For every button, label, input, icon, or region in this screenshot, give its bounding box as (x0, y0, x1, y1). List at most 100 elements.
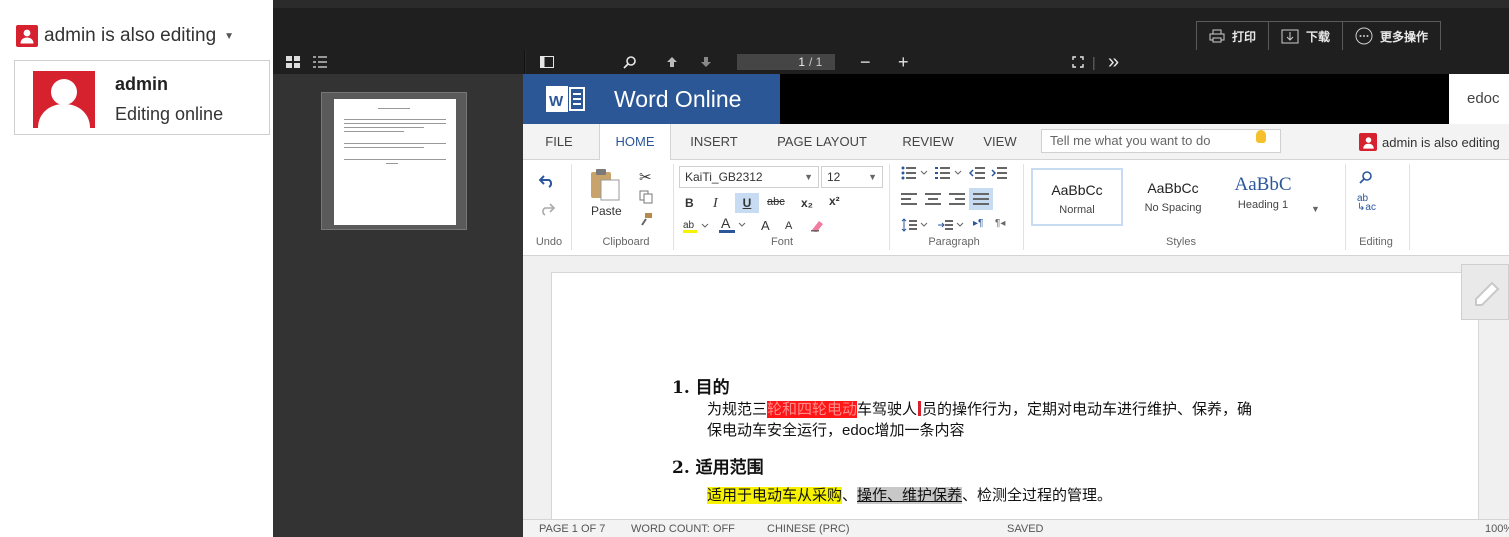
font-group-label: Font (770, 236, 793, 248)
fullscreen-icon[interactable] (1072, 50, 1084, 74)
status-bar: PAGE 1 OF 7 WORD COUNT: OFF CHINESE (PRC… (523, 519, 1509, 537)
line-spacing-icon[interactable] (901, 218, 929, 235)
style-no-spacing-sample: AaBbCc (1147, 180, 1199, 196)
text-run: 车驾驶人 (857, 401, 918, 418)
text-run: 为规范三 (707, 401, 768, 418)
user-icon (1359, 133, 1377, 151)
grow-font-button[interactable]: A (761, 218, 770, 233)
more-actions-button[interactable]: 更多操作 (1343, 22, 1440, 50)
text-run: 、 (842, 487, 858, 504)
thumbnail-pane (273, 74, 525, 537)
heading-purpose: 1. 目的 (672, 378, 730, 398)
font-size-value: 12 (827, 170, 841, 184)
download-button[interactable]: 下载 (1269, 22, 1343, 50)
paste-icon[interactable] (587, 166, 623, 205)
zoom-out-button[interactable]: − (860, 50, 871, 74)
list-view-icon[interactable] (313, 56, 327, 68)
zoom-in-button[interactable]: + (898, 50, 909, 74)
next-page-icon[interactable] (700, 50, 712, 74)
ltr-direction-icon[interactable]: ▸¶ (973, 218, 983, 229)
style-no-spacing-name: No Spacing (1144, 202, 1202, 214)
increase-indent-icon[interactable] (991, 166, 1007, 183)
style-heading-1-name: Heading 1 (1237, 199, 1289, 211)
justify-icon[interactable] (969, 188, 993, 210)
tab-page-layout[interactable]: PAGE LAYOUT (757, 124, 887, 160)
font-name-value: KaiTi_GB2312 (685, 170, 763, 184)
grid-view-icon[interactable] (286, 56, 300, 68)
numbering-icon[interactable] (935, 166, 963, 183)
chevron-down-icon: ▼ (868, 172, 877, 182)
italic-button[interactable]: I (713, 196, 718, 212)
previous-page-icon[interactable] (666, 50, 678, 74)
status-language[interactable]: CHINESE (PRC) (767, 523, 850, 535)
tab-home[interactable]: HOME (599, 124, 671, 161)
status-save-state: SAVED (1007, 523, 1044, 535)
style-heading-1[interactable]: AaBbC Heading 1 (1217, 168, 1309, 226)
style-normal-sample: AaBbCc (1051, 182, 1103, 198)
print-button[interactable]: 打印 (1197, 22, 1269, 50)
font-name-dropdown[interactable]: KaiTi_GB2312 ▼ (679, 166, 819, 188)
subscript-button[interactable]: x₂ (801, 196, 813, 210)
replace-icon[interactable]: ab ↳ac (1357, 194, 1376, 213)
redo-icon[interactable] (539, 202, 556, 219)
strikethrough-button[interactable]: abc (767, 196, 785, 208)
align-left-icon[interactable] (901, 192, 917, 209)
status-zoom[interactable]: 100% (1485, 523, 1509, 535)
tell-me-input[interactable]: Tell me what you want to do (1041, 129, 1281, 153)
viewer-action-group: 打印 下载 更多操作 (1195, 21, 1441, 51)
clear-formatting-icon[interactable] (809, 218, 825, 235)
paragraph-spacing-icon[interactable] (937, 218, 965, 235)
paragraph-group-label: Paragraph (928, 236, 980, 248)
highlight-color-icon[interactable]: ab (683, 218, 709, 237)
word-brand[interactable]: W Word Online (523, 74, 780, 124)
underline-button[interactable]: U (735, 193, 759, 213)
align-center-icon[interactable] (925, 192, 941, 209)
edit-pencil-icon[interactable] (1461, 264, 1509, 320)
format-painter-icon[interactable] (639, 212, 653, 229)
word-header: W Word Online edoc (523, 74, 1509, 124)
more-tools-button[interactable]: » (1108, 50, 1119, 74)
ribbon-presence-label: admin is also editing (1382, 134, 1500, 150)
bullets-icon[interactable] (901, 166, 929, 183)
download-label: 下载 (1305, 29, 1330, 44)
app-title: Word Online (614, 85, 742, 112)
styles-more-icon[interactable]: ▼ (1311, 204, 1320, 214)
rtl-direction-icon[interactable]: ¶◂ (995, 218, 1005, 229)
search-icon[interactable] (623, 50, 637, 74)
page-thumbnail[interactable] (321, 92, 467, 230)
style-no-spacing[interactable]: AaBbCc No Spacing (1127, 168, 1219, 226)
status-word-count[interactable]: WORD COUNT: OFF (631, 523, 735, 535)
tab-review[interactable]: REVIEW (889, 124, 967, 160)
status-page: PAGE 1 OF 7 (539, 523, 606, 535)
document-page[interactable]: 1. 目的 为规范三轮和四轮电动车驾驶人 员的操作行为，定期对电动车进行维护、保养… (551, 272, 1479, 532)
collaborator-cursor (918, 401, 922, 416)
presence-dropdown[interactable]: admin is also editing ▼ (16, 22, 234, 50)
svg-text:W: W (549, 93, 564, 110)
highlighted-text-red: 轮和四轮电动 (767, 401, 858, 418)
align-right-icon[interactable] (949, 192, 965, 209)
style-normal[interactable]: AaBbCc Normal (1031, 168, 1123, 226)
font-size-dropdown[interactable]: 12 ▼ (821, 166, 883, 188)
ribbon-presence-indicator[interactable]: admin is also editing (1359, 124, 1500, 160)
page-total: / 1 (809, 55, 823, 69)
copy-icon[interactable] (639, 190, 653, 207)
find-icon[interactable] (1359, 170, 1373, 187)
user-icon (16, 25, 38, 47)
bold-button[interactable]: B (685, 196, 694, 210)
text-run: 、检测全过程的管理。 (962, 487, 1113, 504)
clipboard-group-label: Clipboard (602, 236, 650, 248)
cut-icon[interactable]: ✂ (639, 168, 652, 186)
tab-file[interactable]: FILE (527, 124, 591, 160)
superscript-button[interactable]: x² (829, 194, 840, 208)
font-color-icon[interactable]: A (719, 215, 747, 237)
shrink-font-button[interactable]: A (785, 220, 792, 232)
document-canvas: 1. 目的 为规范三轮和四轮电动车驾驶人 员的操作行为，定期对电动车进行维护、保养… (523, 256, 1509, 532)
decrease-indent-icon[interactable] (968, 166, 985, 183)
paste-label[interactable]: Paste (591, 204, 622, 218)
presence-label: admin is also editing (44, 25, 217, 46)
sidebar-toggle-icon[interactable] (540, 50, 554, 74)
tab-insert[interactable]: INSERT (675, 124, 753, 160)
caret-down-icon: ▼ (224, 30, 235, 42)
undo-icon[interactable] (538, 174, 555, 191)
tab-view[interactable]: VIEW (969, 124, 1031, 160)
